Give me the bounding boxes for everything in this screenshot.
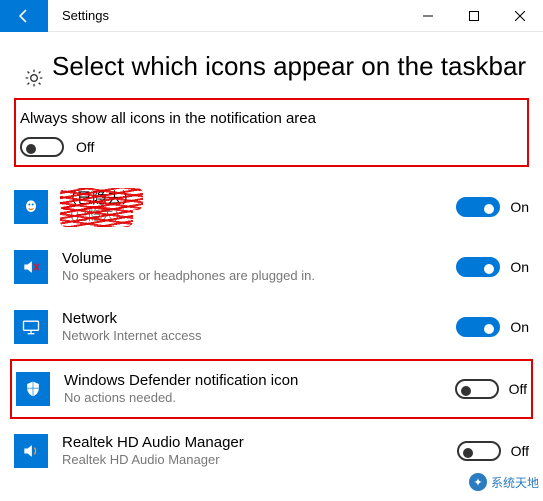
- titlebar: Settings: [0, 0, 543, 32]
- item-toggle[interactable]: [456, 197, 500, 217]
- page-header: Select which icons appear on the taskbar: [0, 32, 543, 96]
- item-toggle-state: On: [510, 199, 529, 215]
- speaker-icon: [14, 434, 48, 468]
- toggle-knob: [461, 386, 471, 396]
- item-toggle-wrap: Off: [457, 441, 529, 461]
- item-toggle-state: Off: [509, 381, 527, 397]
- master-toggle[interactable]: [20, 137, 64, 157]
- arrow-left-icon: [16, 8, 32, 24]
- watermark-text: 系统天地: [491, 474, 539, 491]
- window-title: Settings: [48, 8, 109, 23]
- maximize-button[interactable]: [451, 0, 497, 32]
- item-toggle-wrap: On: [456, 197, 529, 217]
- master-toggle-label: Always show all icons in the notificatio…: [20, 110, 523, 127]
- close-button[interactable]: [497, 0, 543, 32]
- item-toggle[interactable]: [456, 317, 500, 337]
- item-subtitle: Realtek HD Audio Manager: [62, 452, 449, 468]
- item-text: （已隐去） （已隐去）: [62, 190, 456, 225]
- watermark: ✦ 系统天地: [465, 471, 543, 493]
- item-toggle-state: Off: [511, 443, 529, 459]
- toggle-knob: [484, 264, 494, 274]
- item-toggle-wrap: Off: [455, 379, 527, 399]
- item-title: Windows Defender notification icon: [64, 372, 447, 391]
- toggle-knob: [463, 448, 473, 458]
- item-toggle[interactable]: [456, 257, 500, 277]
- list-item: Realtek HD Audio Manager Realtek HD Audi…: [14, 421, 529, 481]
- item-text: Realtek HD Audio Manager Realtek HD Audi…: [62, 434, 457, 469]
- master-toggle-section: Always show all icons in the notificatio…: [14, 98, 529, 167]
- item-title: Realtek HD Audio Manager: [62, 434, 449, 453]
- item-toggle-state: On: [510, 259, 529, 275]
- item-subtitle: Network Internet access: [62, 328, 448, 344]
- item-text: Network Network Internet access: [62, 310, 456, 345]
- shield-icon: [16, 372, 50, 406]
- item-subtitle: No speakers or headphones are plugged in…: [62, 268, 448, 284]
- qq-icon: [14, 190, 48, 224]
- monitor-icon: [14, 310, 48, 344]
- gear-column: [16, 50, 52, 88]
- item-text: Windows Defender notification icon No ac…: [64, 372, 455, 407]
- gear-icon: [24, 68, 44, 88]
- maximize-icon: [469, 11, 479, 21]
- item-toggle[interactable]: [457, 441, 501, 461]
- minimize-button[interactable]: [405, 0, 451, 32]
- item-subtitle: No actions needed.: [64, 390, 447, 406]
- watermark-icon: ✦: [469, 473, 487, 491]
- icon-list: （已隐去） （已隐去） On Volume No speakers or hea…: [0, 173, 543, 481]
- defender-highlight-box: Windows Defender notification icon No ac…: [10, 359, 533, 419]
- list-item: Network Network Internet access On: [14, 297, 529, 357]
- item-toggle-state: On: [510, 319, 529, 335]
- list-item: Volume No speakers or headphones are plu…: [14, 237, 529, 297]
- item-subtitle: （已隐去）: [62, 208, 448, 224]
- list-item: （已隐去） （已隐去） On: [14, 177, 529, 237]
- item-toggle[interactable]: [455, 379, 499, 399]
- page-title: Select which icons appear on the taskbar: [52, 50, 527, 84]
- speaker-muted-icon: [14, 250, 48, 284]
- master-toggle-state: Off: [76, 139, 94, 155]
- toggle-knob: [484, 204, 494, 214]
- toggle-knob: [26, 144, 36, 154]
- item-title: Volume: [62, 250, 448, 269]
- toggle-knob: [484, 324, 494, 334]
- item-toggle-wrap: On: [456, 257, 529, 277]
- item-title: Network: [62, 310, 448, 329]
- master-toggle-row: Off: [20, 137, 523, 157]
- item-text: Volume No speakers or headphones are plu…: [62, 250, 456, 285]
- back-button[interactable]: [0, 0, 48, 32]
- minimize-icon: [423, 11, 433, 21]
- window-controls: [405, 0, 543, 32]
- list-item: Windows Defender notification icon No ac…: [16, 365, 527, 413]
- item-toggle-wrap: On: [456, 317, 529, 337]
- close-icon: [515, 11, 525, 21]
